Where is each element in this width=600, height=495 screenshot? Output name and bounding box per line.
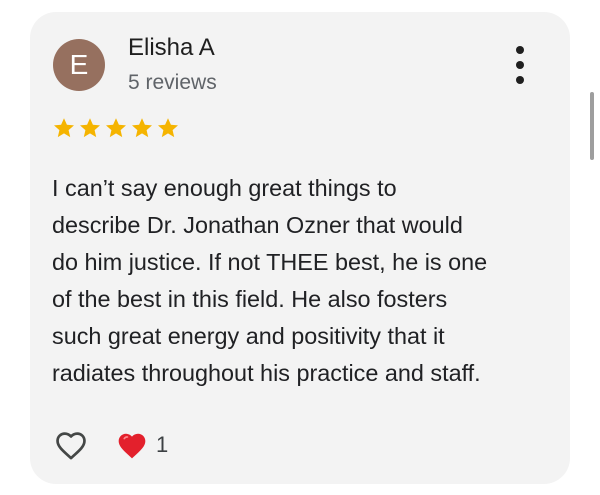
review-line: radiates throughout his practice and sta… xyxy=(52,360,481,386)
heart-reaction-button[interactable]: 1 xyxy=(116,430,168,460)
red-heart-icon xyxy=(118,433,146,459)
scrollbar[interactable] xyxy=(590,92,594,160)
reaction-count: 1 xyxy=(156,432,169,457)
review-line: such great energy and positivity that it xyxy=(52,323,445,349)
star-icon xyxy=(80,118,100,138)
review-line: of the best in this field. He also foste… xyxy=(52,286,448,312)
more-vert-icon[interactable] xyxy=(508,44,532,88)
heart-outline-icon xyxy=(56,432,86,460)
menu-dot xyxy=(516,46,524,54)
star-icon xyxy=(132,118,152,138)
review-line: describe Dr. Jonathan Ozner that would xyxy=(52,212,463,238)
reviewer-name[interactable]: Elisha A xyxy=(128,34,215,62)
avatar[interactable]: E xyxy=(53,39,105,91)
menu-dot xyxy=(516,76,524,84)
menu-dot xyxy=(516,61,524,69)
star-rating xyxy=(52,116,180,140)
review-line: I can’t say enough great things to xyxy=(52,175,397,201)
star-icon xyxy=(54,118,74,138)
star-icon xyxy=(158,118,178,138)
star-icon xyxy=(106,118,126,138)
reviewer-review-count[interactable]: 5 reviews xyxy=(128,71,217,95)
review-card: E Elisha A 5 reviews I can’t say enough … xyxy=(30,12,594,484)
like-button[interactable] xyxy=(52,426,90,464)
review-text: I can’t say enough great things to descr… xyxy=(52,170,564,392)
review-line: do him justice. If not THEE best, he is … xyxy=(52,249,488,275)
